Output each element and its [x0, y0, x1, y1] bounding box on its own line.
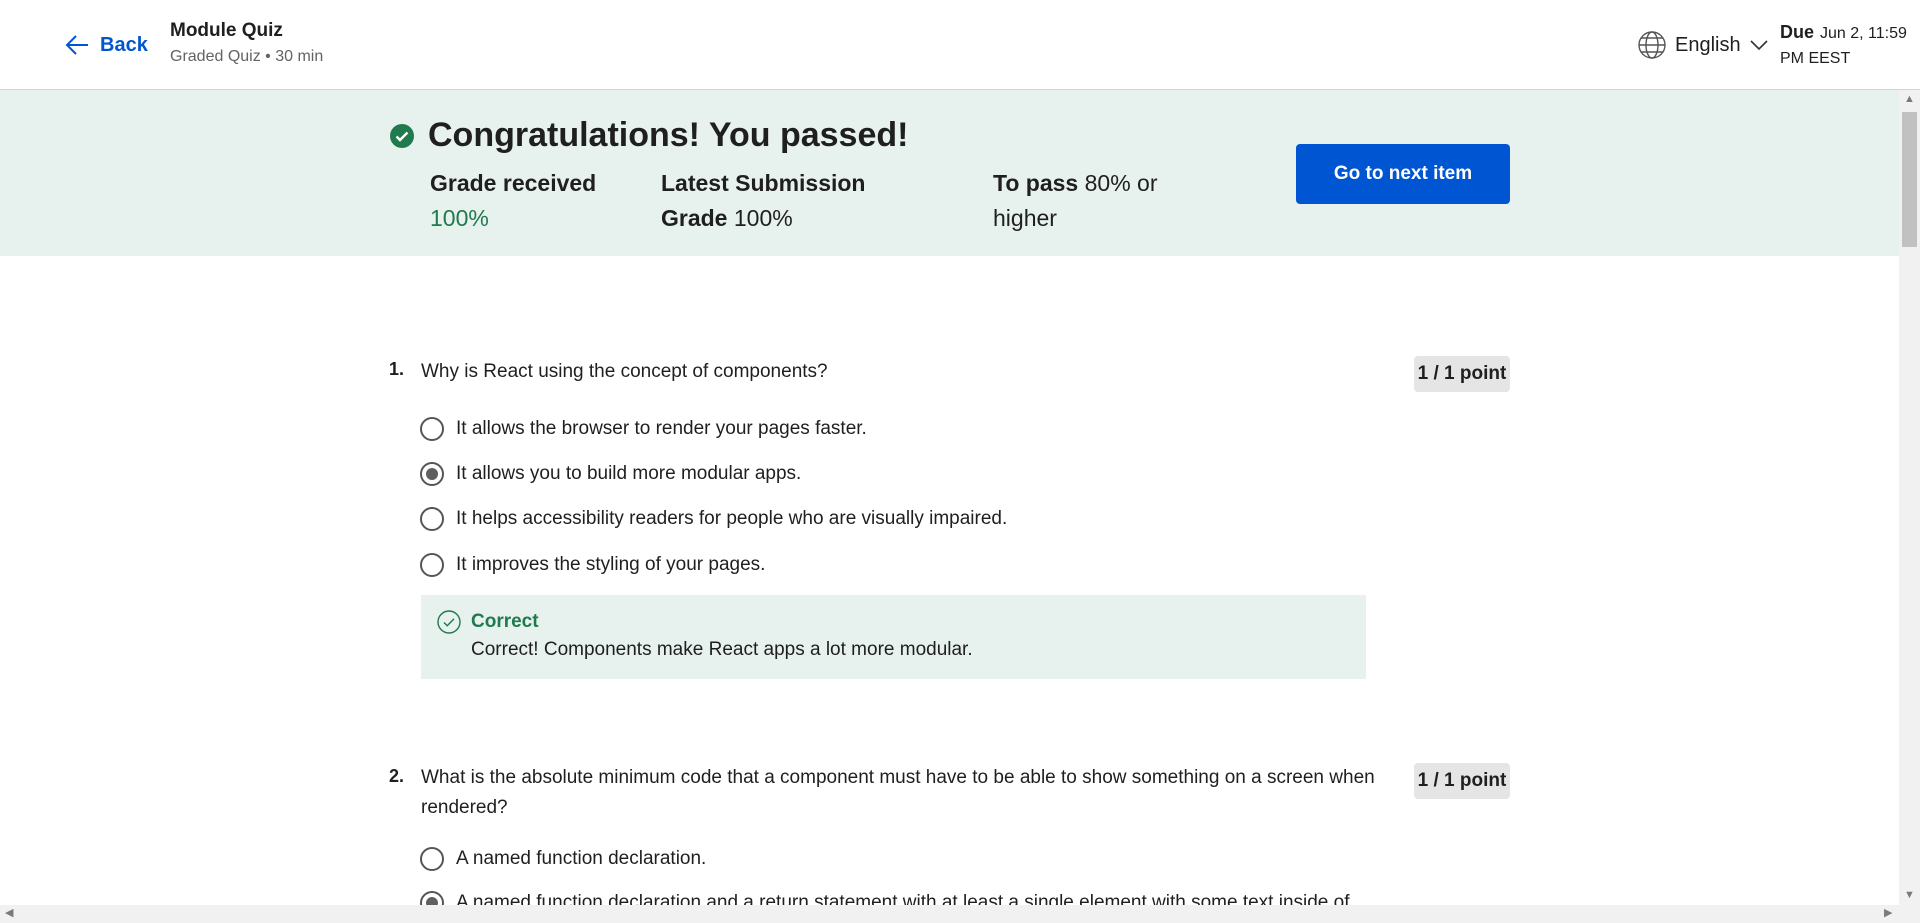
question-text: Why is React using the concept of compon… — [421, 361, 828, 382]
vertical-scrollbar[interactable]: ▲ ▼ — [1899, 90, 1920, 905]
chevron-down-icon — [1750, 40, 1768, 51]
globe-icon — [1638, 31, 1666, 59]
quiz-title-block: Module Quiz Graded Quiz • 30 min — [170, 20, 323, 66]
back-button[interactable]: Back — [64, 32, 148, 58]
feedback-title: Correct — [471, 611, 539, 632]
grade-received: Grade received 100% — [430, 166, 630, 236]
question-number: 1. — [389, 359, 405, 379]
banner-title-row: Congratulations! You passed! — [390, 116, 908, 155]
option-label: It allows you to build more modular apps… — [456, 463, 802, 484]
radio-button[interactable] — [420, 553, 444, 577]
radio-button[interactable] — [420, 847, 444, 871]
go-to-next-item-button[interactable]: Go to next item — [1296, 144, 1510, 204]
answer-option[interactable]: It allows you to build more modular apps… — [420, 462, 801, 486]
answer-option[interactable]: It allows the browser to render your pag… — [420, 417, 867, 441]
check-circle-icon — [390, 123, 414, 148]
pass-threshold: To pass 80% or higher — [993, 166, 1183, 236]
correct-feedback: Correct Correct! Components make React a… — [421, 595, 1366, 679]
scroll-right-icon[interactable]: ▶ — [1884, 908, 1892, 919]
language-label: English — [1675, 33, 1741, 56]
points-badge: 1 / 1 point — [1414, 356, 1510, 392]
to-pass-label: To pass — [993, 170, 1079, 196]
result-banner: Congratulations! You passed! Grade recei… — [0, 90, 1899, 256]
check-circle-outline-icon — [437, 610, 461, 634]
answer-option[interactable]: It improves the styling of your pages. — [420, 553, 765, 577]
option-label: It allows the browser to render your pag… — [456, 418, 867, 439]
answer-option[interactable]: A named function declaration. — [420, 847, 706, 871]
answer-option[interactable]: It helps accessibility readers for peopl… — [420, 507, 1007, 531]
arrow-left-icon — [65, 35, 88, 55]
radio-button[interactable] — [420, 417, 444, 441]
question-number: 2. — [389, 766, 405, 786]
latest-grade-value: 100% — [733, 205, 793, 231]
option-label: It improves the styling of your pages. — [456, 554, 766, 575]
page-title: Module Quiz — [170, 20, 283, 41]
option-label: A named function declaration. — [456, 848, 707, 869]
radio-button-selected[interactable] — [420, 462, 444, 486]
language-selector[interactable]: English — [1637, 30, 1769, 60]
page-subtitle: Graded Quiz • 30 min — [170, 48, 324, 65]
due-label: Due — [1780, 22, 1815, 42]
back-label: Back — [100, 33, 148, 56]
question-text: What is the absolute minimum code that a… — [421, 767, 1375, 818]
scroll-up-icon[interactable]: ▲ — [1904, 94, 1915, 105]
scroll-left-icon[interactable]: ◀ — [5, 908, 13, 919]
option-label: It helps accessibility readers for peopl… — [456, 508, 1008, 529]
pass-title: Congratulations! You passed! — [428, 116, 909, 154]
grade-received-label: Grade received — [430, 170, 597, 196]
top-header: Back Module Quiz Graded Quiz • 30 min En… — [0, 0, 1920, 90]
grade-received-value: 100% — [430, 205, 489, 231]
scrollbar-thumb[interactable] — [1902, 112, 1917, 247]
points-badge: 1 / 1 point — [1414, 763, 1510, 799]
radio-button[interactable] — [420, 507, 444, 531]
latest-submission-grade: Latest Submission Grade 100% — [661, 166, 881, 236]
due-date: Due Jun 2, 11:59 PM EEST — [1780, 20, 1910, 71]
horizontal-scrollbar[interactable]: ◀ ▶ — [0, 905, 1920, 923]
scroll-down-icon[interactable]: ▼ — [1904, 890, 1915, 901]
feedback-text: Correct! Components make React apps a lo… — [471, 639, 973, 660]
